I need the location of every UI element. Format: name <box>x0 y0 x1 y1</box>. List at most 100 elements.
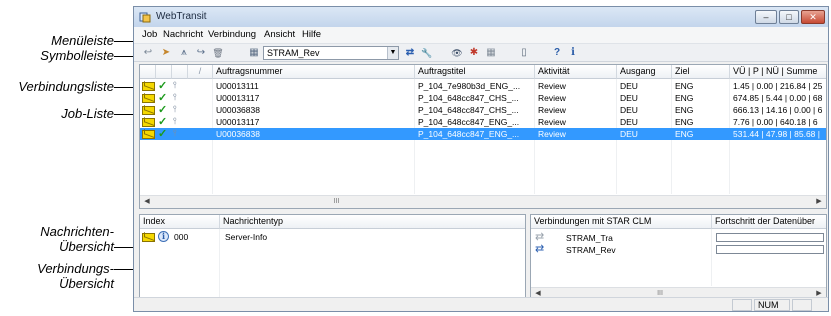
connect-icon[interactable]: ⇄ <box>404 47 416 59</box>
trash-icon[interactable]: 🗑 <box>212 47 224 59</box>
message-type: Server-Info <box>225 232 268 242</box>
job-activity: Review <box>538 105 566 115</box>
toolbar: ↩ ➤ ⩚ ↪ 🗑 ▦ STRAM_Rev ▼ ⇄ 🔧 👁 ✱ ▦ ▯ ? i <box>134 43 828 62</box>
help-icon[interactable]: ? <box>551 47 563 59</box>
job-title: P_104_648cc847_CHS_... <box>418 93 519 103</box>
job-activity: Review <box>538 117 566 127</box>
paperclip-icon: ⫯ <box>173 116 177 126</box>
job-target-language: ENG <box>675 129 694 139</box>
job-list-horizontal-scrollbar[interactable]: ◀ III ▶ <box>140 195 826 208</box>
column-header-status-3[interactable] <box>172 65 188 79</box>
connection-row[interactable]: ⇄ STRAM_Tra <box>531 232 826 244</box>
job-title: P_104_648cc847_CHS_... <box>418 105 519 115</box>
column-header-status-2[interactable] <box>156 65 172 79</box>
job-target-language: ENG <box>675 117 694 127</box>
job-source-language: DEU <box>620 93 638 103</box>
job-number: U00013117 <box>216 117 260 127</box>
transfer-progress-bar <box>716 245 824 254</box>
connection-select[interactable]: STRAM_Rev ▼ <box>263 46 399 60</box>
job-number: U00013117 <box>216 93 260 103</box>
column-header-index[interactable]: Index <box>140 215 220 229</box>
document-icon[interactable]: ▯ <box>518 47 530 59</box>
connection-select-value: STRAM_Rev <box>267 48 320 58</box>
connection-overview[interactable]: Verbindungen mit STAR CLM Fortschritt de… <box>530 214 827 301</box>
scroll-left-icon[interactable]: ◀ <box>142 197 152 207</box>
close-button[interactable]: ✕ <box>801 10 825 24</box>
column-header-source[interactable]: Ausgang <box>617 65 672 79</box>
menu-nachricht[interactable]: Nachricht <box>163 29 203 40</box>
job-word-count-sum: 7.76 | 0.00 | 640.18 | 6 <box>733 117 818 127</box>
job-number: U00036838 <box>216 129 260 139</box>
connection-icon: ⇄ <box>535 243 545 255</box>
job-word-count-sum: 666.13 | 14.16 | 0.00 | 6 <box>733 105 823 115</box>
connection-list-icon[interactable]: ▦ <box>248 47 260 59</box>
menu-ansicht[interactable]: Ansicht <box>264 29 295 40</box>
callout-toolbar: Symbolleiste <box>40 48 114 63</box>
job-number: U00036838 <box>216 105 260 115</box>
callout-job-list: Job-Liste <box>61 106 114 121</box>
paperclip-icon: ⫯ <box>173 92 177 102</box>
column-header-job-number[interactable]: Auftragsnummer <box>213 65 415 79</box>
status-pane-empty <box>732 299 752 311</box>
job-title: P_104_648cc847_ENG_... <box>418 117 520 127</box>
job-row[interactable]: ✓ ⫯ U00036838 P_104_648cc847_CHS_... Review D… <box>140 104 826 116</box>
scroll-right-icon[interactable]: ▶ <box>814 197 824 207</box>
message-row[interactable]: i 000 Server-Info <box>140 231 525 243</box>
paperclip-icon: ⫯ <box>173 80 177 90</box>
job-row[interactable]: ✓ ⫯ U00036838 P_104_648cc847_ENG_... Review D… <box>140 128 826 140</box>
column-header-target[interactable]: Ziel <box>672 65 730 79</box>
column-header-activity[interactable]: Aktivität <box>535 65 617 79</box>
menu-job[interactable]: Job <box>142 29 157 40</box>
job-row[interactable]: ✓ ⫯ U00013117 P_104_648cc847_CHS_... Review D… <box>140 92 826 104</box>
job-title: P_104_648cc847_ENG_... <box>418 129 520 139</box>
envelope-icon <box>142 94 155 103</box>
callout-message-overview-1: Nachrichten- <box>40 224 114 239</box>
grid-icon[interactable]: ▦ <box>485 47 497 59</box>
message-overview[interactable]: Index Nachrichtentyp i 000 Server-Info <box>139 214 526 301</box>
job-activity: Review <box>538 81 566 91</box>
column-header-flag[interactable]: / <box>188 65 213 79</box>
about-info-icon[interactable]: i <box>567 47 579 59</box>
paperclip-icon: ⫯ <box>173 104 177 114</box>
maximize-button[interactable]: □ <box>779 10 799 24</box>
transfer-progress-bar <box>716 233 824 242</box>
callout-menubar: Menüleiste <box>51 33 114 48</box>
view-icon[interactable]: 👁 <box>451 47 463 59</box>
tray-icon[interactable]: ⩚ <box>178 47 190 59</box>
title-bar[interactable]: WebTransit – □ ✕ <box>134 7 828 27</box>
callout-connection-overview-2: Übersicht <box>59 276 114 291</box>
job-list[interactable]: / Auftragsnummer Auftragstitel Aktivität… <box>139 64 827 209</box>
callout-message-overview-2: Übersicht <box>59 239 114 254</box>
job-source-language: DEU <box>620 117 638 127</box>
minimize-button[interactable]: – <box>755 10 777 24</box>
column-header-sum[interactable]: VÜ | P | NÜ | Summe <box>730 65 826 79</box>
view-disabled-icon[interactable]: ✱ <box>468 47 480 59</box>
webtransit-app-icon <box>139 12 151 23</box>
check-icon: ✓ <box>158 128 168 140</box>
job-target-language: ENG <box>675 81 694 91</box>
job-row[interactable]: ✓ ⫯ U00013117 P_104_648cc847_ENG_... Review D… <box>140 116 826 128</box>
scroll-thumb[interactable]: III <box>154 198 519 206</box>
menu-verbindung[interactable]: Verbindung <box>208 29 256 40</box>
column-header-transfer-progress[interactable]: Fortschritt der Datenüber <box>712 215 826 229</box>
wrench-icon[interactable]: 🔧 <box>421 47 433 59</box>
job-row[interactable]: ✓ ⫯ U00013111 P_104_7e980b3d_ENG_... Review D… <box>140 80 826 92</box>
window-title: WebTransit <box>156 11 207 22</box>
connection-row[interactable]: ⇄ STRAM_Rev <box>531 244 826 256</box>
status-bar: NUM <box>134 297 828 311</box>
send-back-icon[interactable]: ↩ <box>142 47 154 59</box>
column-header-message-type[interactable]: Nachrichtentyp <box>220 215 525 229</box>
inbox-icon[interactable]: ↪ <box>195 47 207 59</box>
info-icon: i <box>158 231 169 242</box>
chevron-down-icon[interactable]: ▼ <box>387 47 398 59</box>
job-source-language: DEU <box>620 81 638 91</box>
status-pane-empty <box>792 299 812 311</box>
column-header-status-1[interactable] <box>140 65 156 79</box>
envelope-icon <box>142 106 155 115</box>
job-source-language: DEU <box>620 105 638 115</box>
forward-arrow-icon[interactable]: ➤ <box>160 47 172 59</box>
job-source-language: DEU <box>620 129 638 139</box>
menu-hilfe[interactable]: Hilfe <box>302 29 321 40</box>
column-header-connections[interactable]: Verbindungen mit STAR CLM <box>531 215 712 229</box>
column-header-job-title[interactable]: Auftragstitel <box>415 65 535 79</box>
